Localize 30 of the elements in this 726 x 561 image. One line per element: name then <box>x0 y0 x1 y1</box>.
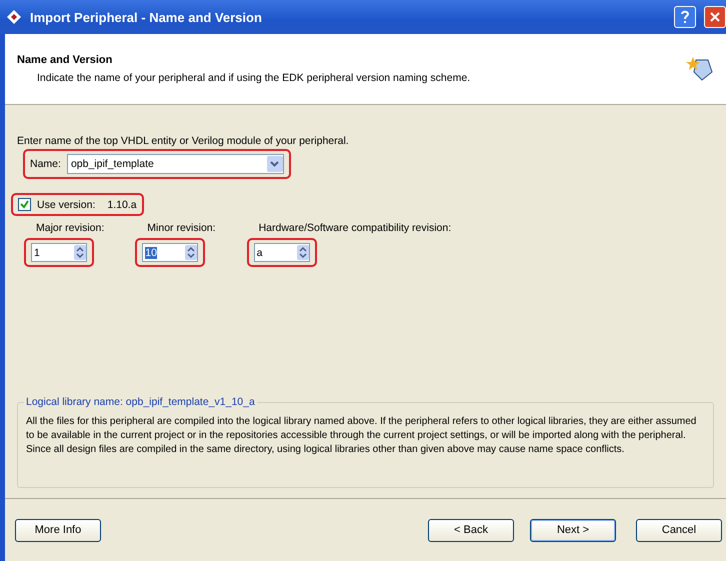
use-version-label: Use version: <box>37 198 96 210</box>
spin-arrows-icon <box>185 245 198 260</box>
wizard-button[interactable]: Cancel <box>636 518 722 542</box>
wizard-button[interactable]: < Back <box>428 518 514 542</box>
close-icon <box>710 12 720 22</box>
chevron-down-icon <box>270 161 280 167</box>
help-button[interactable] <box>674 6 696 28</box>
revision-label: Hardware/Software compatibility revision: <box>258 222 452 234</box>
question-mark-icon <box>680 10 690 24</box>
close-button[interactable] <box>704 6 726 28</box>
revision-spinner[interactable]: a <box>254 243 310 262</box>
spin-arrows-icon <box>74 245 86 260</box>
wizard-button[interactable]: More Info <box>15 518 101 542</box>
revision-label: Minor revision: <box>146 222 216 234</box>
revision-spinner[interactable]: 1 <box>31 243 87 262</box>
version-text: 1.10.a <box>107 198 137 210</box>
use-version-checkbox[interactable] <box>18 198 31 211</box>
library-description: All the files for this peripheral are compiled into the logical library named above. If the peripheral refers to other logical libraries, they are either assumed to be available in the current project or in the repositories accessible through the current project settings, or will be imported along with the peripheral. Since all design files are compiled in the same directory, using logical libraries other than given above may cause name space conflicts. <box>26 415 698 457</box>
name-label: Name: <box>30 158 61 170</box>
header-title: Name and Version <box>17 54 114 66</box>
window-title: Import Peripheral - Name and Version <box>30 10 263 24</box>
prompt-text: Enter name of the top VHDL entity or Verilog module of your peripheral. <box>17 135 350 147</box>
revision-spinner[interactable]: 10 <box>142 243 198 262</box>
wizard-button[interactable]: Next > <box>530 518 616 542</box>
header-subtitle: Indicate the name of your peripheral and if using the EDK peripheral version naming scheme. <box>36 72 472 84</box>
library-legend: Logical library name: opb_ipif_template_v1_10_a <box>24 396 257 408</box>
spin-arrows-icon <box>296 245 309 260</box>
revision-label: Major revision: <box>35 222 104 234</box>
name-combo-box[interactable]: opb_ipif_template <box>66 154 284 174</box>
diamond-icon <box>6 9 22 25</box>
